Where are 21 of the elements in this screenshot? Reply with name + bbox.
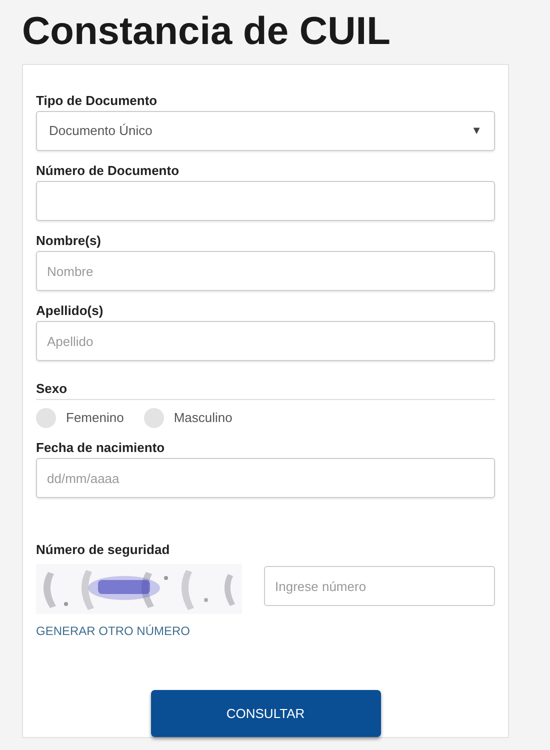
radio-option[interactable]: Femenino: [36, 408, 124, 428]
field-label: Número de seguridad: [36, 542, 170, 558]
field-label: Número de Documento: [36, 163, 180, 179]
document-type-select[interactable]: Documento Único ▼: [36, 111, 495, 151]
regenerate-link[interactable]: GENERAR OTRO NÚMERO: [36, 622, 190, 640]
page-title: Constancia de CUIL: [21, 9, 390, 54]
caret-icon: ▼: [471, 122, 482, 140]
field-label: Fecha de nacimiento: [36, 440, 165, 456]
radio-button[interactable]: [144, 408, 164, 428]
input-field[interactable]: Nombre: [36, 251, 495, 291]
field-label: Apellido(s): [36, 303, 104, 319]
input-field[interactable]: [36, 181, 495, 221]
field-label: Nombre(s): [36, 233, 102, 249]
field-label: Tipo de Documento: [36, 93, 158, 109]
field-label: Sexo: [36, 381, 495, 400]
input-field[interactable]: Ingrese número: [264, 566, 495, 606]
radio-button[interactable]: [36, 408, 56, 428]
radio-option[interactable]: Masculino: [144, 408, 232, 428]
submit-button[interactable]: CONSULTAR: [150, 690, 380, 737]
input-field[interactable]: Apellido: [36, 321, 495, 361]
input-field[interactable]: dd/mm/aaaa: [36, 458, 495, 498]
